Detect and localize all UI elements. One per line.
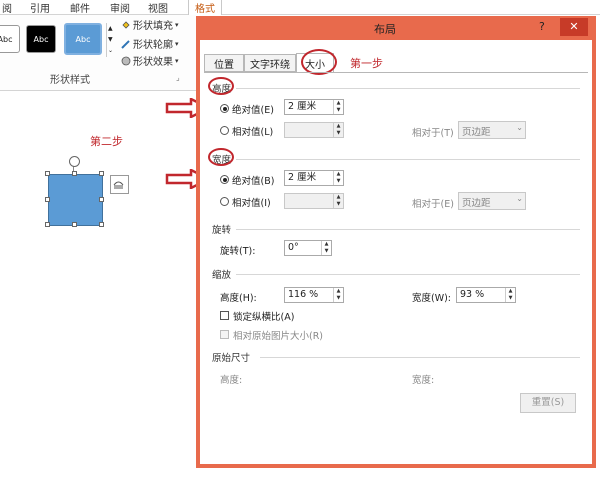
resize-handle-n[interactable] <box>72 171 77 176</box>
ribbon-shape-styles-group: Abc Abc Abc ▲ ▼ ⌄ 形状填充 ▾ 形状轮廓 ▾ 形状效果 ▾ 形状样式 ⌟ <box>0 15 196 91</box>
shape-effects-command[interactable]: 形状效果 ▾ <box>121 53 179 68</box>
layout-options-button[interactable] <box>110 175 129 194</box>
height-absolute-value: 2 厘米 <box>288 101 317 112</box>
width-relative-radio[interactable] <box>220 197 229 206</box>
tab-text-wrapping[interactable]: 文字环绕 <box>244 54 296 72</box>
height-absolute-label: 绝对值(E) <box>232 105 274 116</box>
width-absolute-label: 绝对值(B) <box>232 176 275 187</box>
height-relative-radio[interactable] <box>220 126 229 135</box>
step2-annotation: 第二步 <box>90 135 123 148</box>
width-title-highlight <box>208 148 234 166</box>
close-button[interactable]: ✕ <box>560 18 588 36</box>
shape-effects-label: 形状效果 <box>133 57 173 68</box>
original-width-label: 宽度: <box>412 375 435 386</box>
rotate-spinner[interactable]: 0° ▲ ▼ <box>284 240 332 256</box>
shape-fill-label: 形状填充 <box>133 21 173 32</box>
resize-handle-e[interactable] <box>99 197 104 202</box>
shape-style-blue[interactable]: Abc <box>64 23 102 55</box>
relative-original-label: 相对原始图片大小(R) <box>233 331 324 342</box>
scale-width-value: 93 % <box>460 289 485 300</box>
ribbon-tab-bar: 阅 引用 邮件 审阅 视图 格式 <box>0 0 600 15</box>
width-absolute-value: 2 厘米 <box>288 172 317 183</box>
selected-shape[interactable] <box>48 174 103 226</box>
height-absolute-radio[interactable] <box>220 104 229 113</box>
lock-aspect-checkbox[interactable] <box>220 311 229 320</box>
shape-outline-label: 形状轮廓 <box>133 40 173 51</box>
width-relative-to-select[interactable]: 页边距 ⌄ <box>458 192 526 210</box>
width-relative-to-label: 相对于(E) <box>412 199 454 210</box>
scale-height-spinner[interactable]: 116 % ▲ ▼ <box>284 287 344 303</box>
ribbon-tab-view-partial[interactable]: 阅 <box>2 0 12 15</box>
rotate-label: 旋转(T): <box>220 246 256 257</box>
scale-height-label: 高度(H): <box>220 293 257 304</box>
relative-original-checkbox[interactable] <box>220 330 229 339</box>
width-absolute-radio[interactable] <box>220 175 229 184</box>
shape-fill-command[interactable]: 形状填充 ▾ <box>121 17 179 32</box>
ribbon-tab-view[interactable]: 视图 <box>148 0 168 15</box>
scale-width-label: 宽度(W): <box>412 293 452 304</box>
resize-handle-w[interactable] <box>45 197 50 202</box>
resize-handle-sw[interactable] <box>45 222 50 227</box>
style-gallery-scroll[interactable]: ▲ ▼ ⌄ <box>106 23 117 57</box>
ribbon-tab-review[interactable]: 审阅 <box>110 0 130 15</box>
step1-annotation: 第一步 <box>350 57 383 70</box>
dialog-launcher-icon[interactable]: ⌟ <box>176 73 180 82</box>
resize-handle-ne[interactable] <box>99 171 104 176</box>
width-relative-label: 相对值(I) <box>232 198 271 209</box>
height-title-highlight <box>208 77 234 95</box>
ribbon-tab-format[interactable]: 格式 <box>188 0 222 15</box>
scale-height-value: 116 % <box>288 289 319 300</box>
dialog-title: 布局 <box>374 23 396 36</box>
ribbon-tab-references[interactable]: 引用 <box>30 0 50 15</box>
paint-bucket-icon <box>122 20 130 29</box>
height-relative-to-select[interactable]: 页边距 ⌄ <box>458 121 526 139</box>
help-button[interactable]: ? <box>539 20 545 33</box>
original-height-label: 高度: <box>220 375 243 386</box>
height-absolute-spinner[interactable]: 2 厘米 ▲ ▼ <box>284 99 344 115</box>
dialog-body: 位置 文字环绕 大小 第一步 高度 绝对值(E) 2 厘米 ▲ ▼ 相对值(L) … <box>200 40 592 464</box>
lock-aspect-label: 锁定纵横比(A) <box>233 312 295 323</box>
layout-options-icon <box>113 181 124 189</box>
pen-icon <box>121 39 130 49</box>
height-relative-spinner[interactable]: ▲ ▼ <box>284 122 344 138</box>
shape-style-black[interactable]: Abc <box>26 25 56 53</box>
scale-width-spinner[interactable]: 93 % ▲ ▼ <box>456 287 516 303</box>
resize-handle-se[interactable] <box>99 222 104 227</box>
original-size-section-title: 原始尺寸 <box>212 353 251 364</box>
shape-style-white[interactable]: Abc <box>0 25 20 53</box>
effects-icon <box>121 56 131 65</box>
rotate-handle[interactable] <box>69 156 80 167</box>
height-relative-to-label: 相对于(T) <box>412 128 454 139</box>
chevron-down-icon: ⌄ <box>516 123 523 132</box>
reset-button[interactable]: 重置(S) <box>520 393 576 413</box>
width-absolute-spinner[interactable]: 2 厘米 ▲ ▼ <box>284 170 344 186</box>
resize-handle-s[interactable] <box>72 222 77 227</box>
layout-dialog: 布局 ? ✕ 位置 文字环绕 大小 第一步 高度 绝对值(E) 2 厘米 ▲ ▼ … <box>196 16 596 468</box>
ribbon-tab-mailings[interactable]: 邮件 <box>70 0 90 15</box>
shape-outline-command[interactable]: 形状轮廓 ▾ <box>121 36 179 51</box>
width-relative-spinner[interactable]: ▲ ▼ <box>284 193 344 209</box>
scale-section-title: 缩放 <box>212 270 232 281</box>
group-label: 形状样式 <box>50 75 90 86</box>
document-canvas: 第二步 <box>0 91 196 494</box>
rotate-section-title: 旋转 <box>212 225 232 236</box>
chevron-down-icon: ⌄ <box>516 194 523 203</box>
resize-handle-nw[interactable] <box>45 171 50 176</box>
height-relative-label: 相对值(L) <box>232 127 274 138</box>
tab-position[interactable]: 位置 <box>204 54 244 72</box>
rotate-value: 0° <box>288 242 299 253</box>
